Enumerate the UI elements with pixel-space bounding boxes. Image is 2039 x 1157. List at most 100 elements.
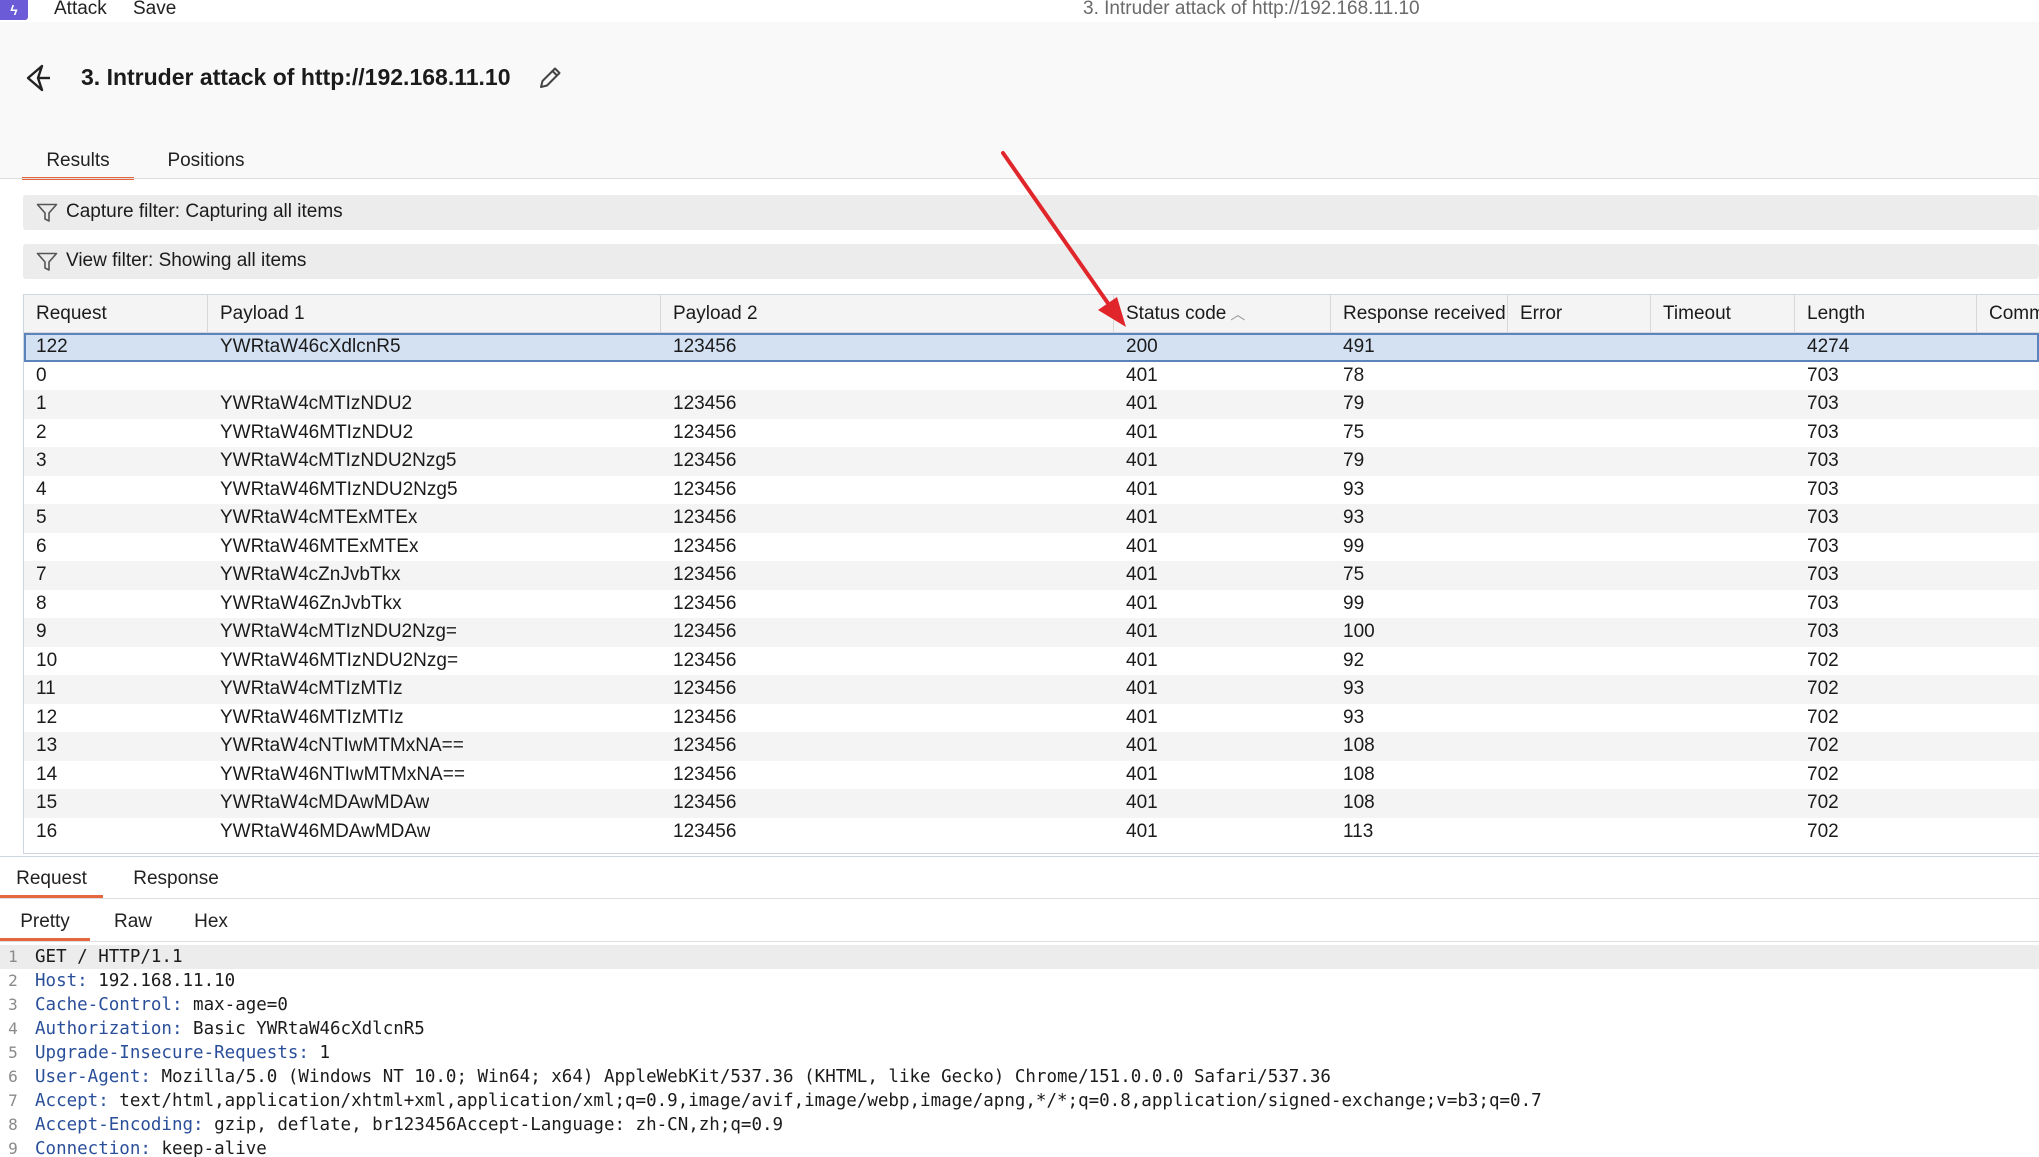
cell-timeout (1651, 590, 1663, 619)
table-row[interactable]: 9 YWRtaW4cMTIzNDU2Nzg= 123456 401 100 703 (24, 618, 2039, 647)
cell-error (1508, 789, 1520, 818)
cell-payload-1: YWRtaW46NTIwMTMxNA== (220, 763, 465, 785)
tab-positions[interactable]: Positions (150, 144, 262, 178)
cell-request: 8 (36, 592, 47, 614)
request-editor[interactable]: 1 GET / HTTP/1.1 2 Host: 192.168.11.10 3 Cach… (0, 945, 2039, 1157)
cell-payload-1: YWRtaW46MTExMTEx (220, 535, 419, 557)
col-response-received[interactable]: Response received (1331, 295, 1508, 333)
cell-error (1508, 761, 1520, 790)
table-row[interactable]: 122 YWRtaW46cXdlcnR5 123456 200 491 4274 (24, 333, 2039, 362)
cell-timeout (1651, 362, 1663, 391)
col-payload-1[interactable]: Payload 1 (208, 295, 661, 333)
table-row[interactable]: 16 YWRtaW46MDAwMDAw 123456 401 113 702 (24, 817, 2039, 847)
tab-pretty[interactable]: Pretty (0, 905, 90, 941)
code-text: Cache-Control: max-age=0 (35, 993, 288, 1017)
cell-response-received: 108 (1343, 763, 1375, 785)
cell-payload-2: 123456 (673, 649, 737, 671)
cell-response-received: 491 (1343, 336, 1375, 357)
view-mode-tabs: Pretty Raw Hex (0, 905, 2039, 941)
cell-error (1508, 818, 1520, 847)
col-request[interactable]: Request (24, 295, 208, 333)
cell-length: 703 (1807, 592, 1839, 614)
cell-length: 703 (1807, 450, 1839, 471)
cell-response-received: 79 (1343, 450, 1365, 471)
header-value: max-age=0 (182, 995, 288, 1015)
table-row[interactable]: 8 YWRtaW46ZnJvbTkx 123456 401 99 703 (24, 589, 2039, 619)
table-row[interactable]: 0 401 78 703 (24, 361, 2039, 391)
cell-request: 15 (36, 792, 58, 813)
line-number: 7 (8, 1091, 18, 1110)
table-row[interactable]: 1 YWRtaW4cMTIzNDU2 123456 401 79 703 (24, 390, 2039, 419)
cell-payload-2: 123456 (673, 763, 737, 785)
code-line: 1 GET / HTTP/1.1 (0, 945, 2039, 969)
col-status-code[interactable]: Status code ︿ (1114, 295, 1331, 333)
line-number: 8 (8, 1115, 18, 1134)
cell-request: 0 (36, 364, 47, 386)
tab-raw[interactable]: Raw (104, 905, 162, 939)
header (0, 22, 2039, 178)
cell-request: 11 (36, 678, 56, 699)
header-value: Basic YWRtaW46cXdlcnR5 (182, 1019, 425, 1039)
table-row[interactable]: 4 YWRtaW46MTIzNDU2Nzg5 123456 401 93 703 (24, 475, 2039, 504)
table-row[interactable]: 5 YWRtaW4cMTExMTEx 123456 401 93 703 (24, 504, 2039, 533)
table-row[interactable]: 7 YWRtaW4cZnJvbTkx 123456 401 75 703 (24, 561, 2039, 590)
col-timeout[interactable]: Timeout (1651, 295, 1795, 333)
cell-payload-2: 123456 (673, 706, 737, 728)
table-row[interactable]: 13 YWRtaW4cNTIwMTMxNA== 123456 401 108 702 (24, 732, 2039, 761)
table-row[interactable]: 10 YWRtaW46MTIzNDU2Nzg= 123456 401 92 702 (24, 646, 2039, 675)
back-arrow-icon[interactable] (22, 62, 54, 94)
code-line: 6 User-Agent: Mozilla/5.0 (Windows NT 10.… (0, 1065, 2039, 1089)
col-error[interactable]: Error (1508, 295, 1651, 333)
cell-status-code: 401 (1126, 450, 1158, 471)
table-row[interactable]: 3 YWRtaW4cMTIzNDU2Nzg5 123456 401 79 703 (24, 447, 2039, 476)
tab-hex[interactable]: Hex (180, 905, 242, 939)
tab-results[interactable]: Results (22, 144, 134, 180)
cell-request: 10 (36, 649, 58, 671)
table-row[interactable]: 6 YWRtaW46MTExMTEx 123456 401 99 703 (24, 532, 2039, 561)
col-comment[interactable]: Comm (1977, 295, 2039, 333)
menu-attack[interactable]: Attack (54, 0, 107, 20)
table-row[interactable]: 12 YWRtaW46MTIzMTIz 123456 401 93 702 (24, 703, 2039, 732)
cell-payload-2: 123456 (673, 735, 737, 756)
header-name: Connection: (35, 1139, 151, 1157)
header-name: Accept: (35, 1091, 109, 1111)
pane-divider (0, 856, 2039, 857)
cell-length: 702 (1807, 763, 1839, 785)
cell-length: 702 (1807, 706, 1839, 728)
col-length[interactable]: Length (1795, 295, 1977, 333)
menu-save[interactable]: Save (133, 0, 176, 20)
col-payload-2[interactable]: Payload 2 (661, 295, 1114, 333)
view-filter-bar[interactable]: View filter: Showing all items (23, 244, 2039, 279)
pencil-icon[interactable] (536, 64, 564, 92)
code-line: 9 Connection: keep-alive (0, 1137, 2039, 1157)
cell-error (1508, 362, 1520, 391)
cell-payload-2: 123456 (673, 450, 737, 471)
line-number: 9 (8, 1139, 18, 1157)
header-value: text/html,application/xhtml+xml,applicat… (108, 1091, 1542, 1111)
cell-response-received: 113 (1343, 820, 1374, 842)
cell-response-received: 93 (1343, 478, 1365, 500)
cell-response-received: 100 (1343, 621, 1375, 642)
tab-response[interactable]: Response (121, 862, 231, 896)
header-value: 1 (308, 1043, 331, 1063)
cell-length: 703 (1807, 478, 1839, 500)
funnel-icon (36, 203, 58, 222)
capture-filter-label: Capture filter: Capturing all items (66, 201, 343, 222)
table-row[interactable]: 11 YWRtaW4cMTIzMTIz 123456 401 93 702 (24, 675, 2039, 704)
table-row[interactable]: 2 YWRtaW46MTIzNDU2 123456 401 75 703 (24, 418, 2039, 447)
cell-timeout (1651, 789, 1663, 818)
cell-timeout (1651, 447, 1663, 476)
cell-payload-1: YWRtaW4cMDAwMDAw (220, 792, 430, 813)
tab-request[interactable]: Request (0, 862, 103, 898)
cell-request: 2 (36, 421, 47, 443)
cell-response-received: 78 (1343, 364, 1365, 386)
cell-payload-1: YWRtaW46cXdlcnR5 (220, 336, 401, 357)
capture-filter-bar[interactable]: Capture filter: Capturing all items (23, 195, 2039, 230)
header-value: GET / HTTP/1.1 (35, 947, 183, 967)
cell-payload-2: 123456 (673, 421, 737, 443)
results-table: Request Payload 1 Payload 2 Status code ︿… (23, 294, 2039, 854)
table-row[interactable]: 15 YWRtaW4cMDAwMDAw 123456 401 108 702 (24, 789, 2039, 818)
cell-response-received: 93 (1343, 706, 1365, 728)
cell-error (1508, 333, 1520, 362)
table-row[interactable]: 14 YWRtaW46NTIwMTMxNA== 123456 401 108 702 (24, 760, 2039, 790)
